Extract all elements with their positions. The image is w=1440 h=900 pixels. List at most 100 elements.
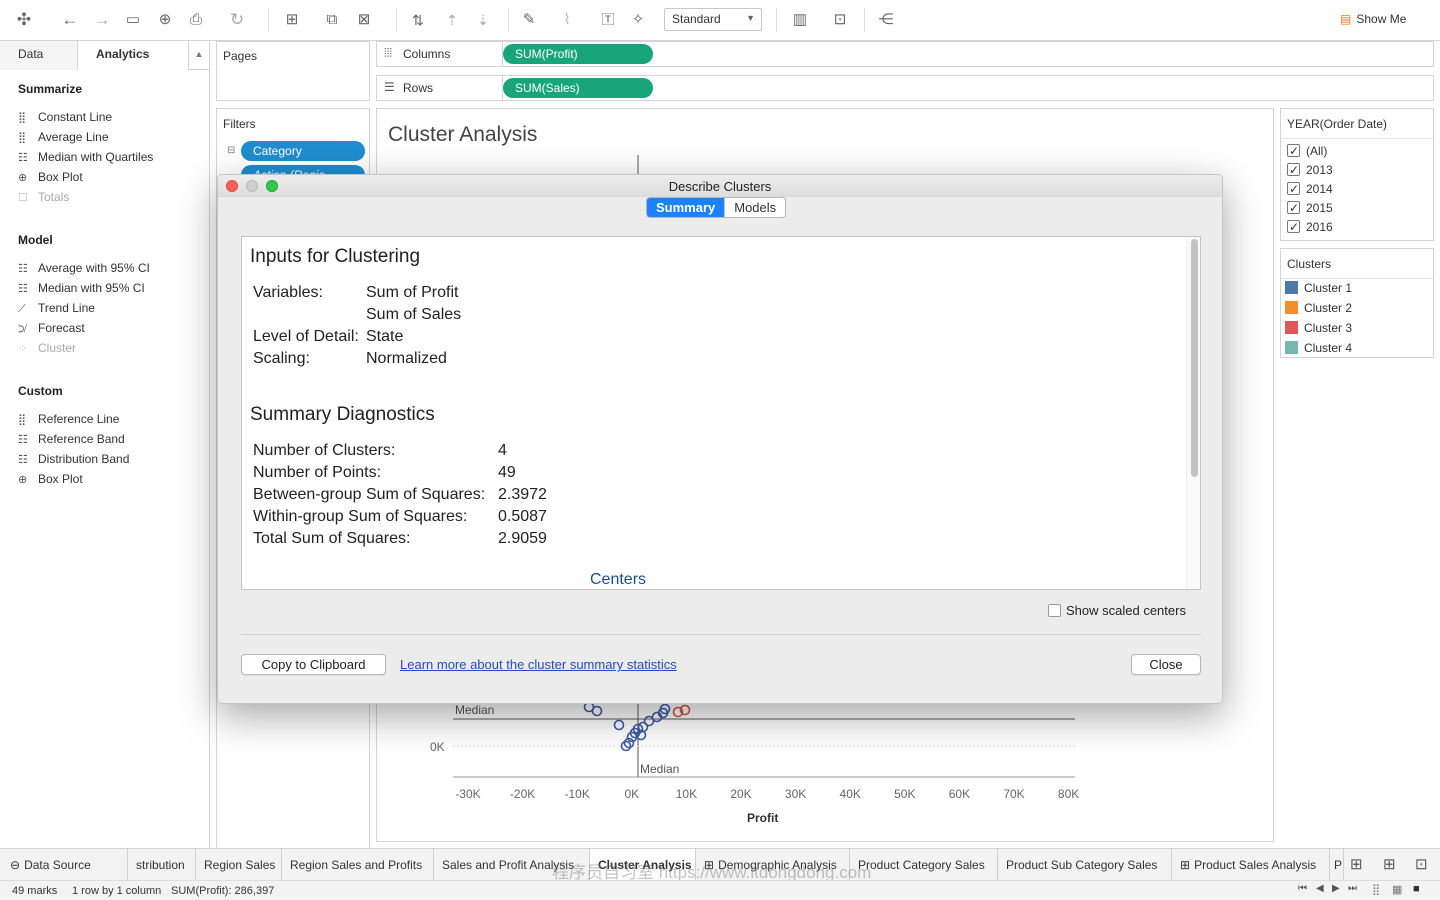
analytics-item-reference-band[interactable]: ☷ Reference Band — [18, 430, 125, 448]
analytics-item-median-ci[interactable]: ☷ Median with 95% CI — [18, 279, 145, 297]
learn-more-link[interactable]: Learn more about the cluster summary sta… — [400, 657, 677, 672]
summary-scrollbar[interactable] — [1186, 237, 1200, 589]
analytics-item-median-quartiles[interactable]: ☷ Median with Quartiles — [18, 148, 153, 166]
view-size-select[interactable]: Standard ▼ — [664, 8, 762, 31]
filter-pill-category[interactable]: Category — [241, 141, 365, 161]
show-me-label: Show Me — [1356, 12, 1407, 26]
new-worksheet-tab-icon[interactable]: ⊞ — [1350, 855, 1363, 873]
toolbar-separator — [396, 8, 397, 32]
new-datasource-icon[interactable]: ⊕ — [153, 8, 177, 32]
tab-label: Product Sales Analysis — [1194, 858, 1317, 872]
last-sheet-icon[interactable]: ⏭ — [1348, 883, 1357, 894]
tab-summary[interactable]: Summary — [647, 198, 725, 217]
tab-region-sales-profits[interactable]: Region Sales and Profits — [282, 849, 434, 881]
scrollbar-thumb[interactable] — [1191, 239, 1198, 477]
analytics-item-trend-line[interactable]: ⟋ Trend Line — [18, 299, 95, 317]
legend-item-cluster-1[interactable]: Cluster 1 — [1285, 279, 1352, 297]
checkbox-checked-icon — [1287, 218, 1300, 236]
analytics-item-average-line[interactable]: ⣿ Average Line — [18, 128, 109, 146]
forward-icon[interactable]: → — [90, 8, 114, 32]
duplicate-sheet-icon[interactable]: ⧉ — [320, 8, 344, 32]
close-button[interactable]: Close — [1131, 654, 1201, 675]
group-members-icon[interactable]: ⌇ — [555, 8, 579, 32]
tab-view-icon[interactable]: ▦ — [1392, 883, 1402, 896]
diag-within-value: 0.5087 — [498, 508, 547, 525]
analytics-item-forecast[interactable]: ⟉ Forecast — [18, 319, 85, 337]
analytics-item-label: Totals — [38, 190, 70, 204]
tab-data-source[interactable]: ⊖ Data Source — [0, 849, 128, 881]
tab-distribution[interactable]: stribution — [128, 849, 196, 881]
columns-shelf[interactable]: ⦙⦙⦙ Columns SUM(Profit) — [376, 41, 1434, 67]
next-sheet-icon[interactable]: ▶ — [1332, 883, 1340, 894]
tab-models[interactable]: Models — [724, 198, 785, 217]
tab-label: Data Source — [24, 858, 91, 872]
pages-shelf[interactable]: Pages — [216, 41, 370, 101]
legend-swatch — [1285, 341, 1298, 354]
prev-sheet-icon[interactable]: ◀ — [1316, 883, 1324, 894]
year-option-2014[interactable]: 2014 — [1287, 180, 1333, 198]
scatter-mark — [613, 719, 625, 731]
save-icon[interactable]: ▭ — [121, 8, 145, 32]
presentation-mode-icon[interactable]: ⊡ — [828, 8, 852, 32]
sort-ascending-icon[interactable]: ⇡ — [440, 8, 464, 32]
variable-sum-profit: Sum of Profit — [366, 284, 459, 301]
new-story-tab-icon[interactable]: ⊡ — [1415, 855, 1428, 873]
tab-product-sales-analysis[interactable]: ⊞ Product Sales Analysis — [1172, 849, 1330, 881]
legend-item-cluster-2[interactable]: Cluster 2 — [1285, 299, 1352, 317]
legend-item-cluster-4[interactable]: Cluster 4 — [1285, 339, 1352, 357]
share-icon[interactable]: ⋲ — [874, 8, 898, 32]
analytics-item-distribution-band[interactable]: ☷ Distribution Band — [18, 450, 129, 468]
x-tick-label: 20K — [730, 787, 751, 801]
first-sheet-icon[interactable]: ⏮ — [1298, 883, 1307, 894]
pause-updates-icon[interactable]: ⎙ — [184, 8, 208, 32]
show-me-button[interactable]: ▤ Show Me — [1340, 12, 1406, 26]
reference-band-icon: ☷ — [18, 434, 28, 446]
filmstrip-icon[interactable]: ⣿ — [1372, 883, 1380, 896]
analytics-item-reference-line[interactable]: ⣿ Reference Line — [18, 410, 119, 428]
show-labels-icon[interactable]: 🅃 — [596, 8, 620, 32]
analytics-item-box-plot[interactable]: ⊕ Box Plot — [18, 168, 83, 186]
swap-rows-columns-icon[interactable]: ⇅ — [406, 8, 430, 32]
new-worksheet-icon[interactable]: ⊞ — [280, 8, 304, 32]
fix-axes-icon[interactable]: ✧ — [626, 8, 650, 32]
new-dashboard-tab-icon[interactable]: ⊞ — [1383, 855, 1396, 873]
highlight-icon[interactable]: ✎ — [517, 8, 541, 32]
analytics-item-totals[interactable]: ☐ Totals — [18, 188, 69, 206]
year-option-2016[interactable]: 2016 — [1287, 218, 1333, 236]
refresh-icon[interactable]: ↻ — [225, 8, 249, 32]
x-tick-label: 70K — [1003, 787, 1024, 801]
median-label-vertical: Median — [640, 762, 680, 776]
analytics-item-average-ci[interactable]: ☷ Average with 95% CI — [18, 259, 150, 277]
rows-pill-sum-sales[interactable]: SUM(Sales) — [503, 78, 653, 98]
analytics-item-cluster[interactable]: ⁘ Cluster — [18, 339, 76, 357]
columns-pill-sum-profit[interactable]: SUM(Profit) — [503, 44, 653, 64]
tableau-logo-icon[interactable]: ✣ — [12, 8, 36, 32]
back-icon[interactable]: ← — [58, 8, 82, 32]
x-tick-label: 60K — [949, 787, 970, 801]
clusters-legend-title: Clusters — [1287, 257, 1332, 271]
trend-line-icon: ⟋ — [18, 303, 26, 315]
year-option-2015[interactable]: 2015 — [1287, 199, 1333, 217]
year-option-2013[interactable]: 2013 — [1287, 161, 1333, 179]
analytics-item-box-plot-custom[interactable]: ⊕ Box Plot — [18, 470, 83, 488]
tab-region-sales[interactable]: Region Sales — [196, 849, 282, 881]
section-custom-title: Custom — [18, 384, 63, 398]
rows-shelf[interactable]: ☰ Rows SUM(Sales) — [376, 75, 1434, 101]
copy-to-clipboard-button[interactable]: Copy to Clipboard — [241, 654, 386, 675]
collapse-pane-icon[interactable]: ▲ — [188, 41, 209, 70]
sort-descending-icon[interactable]: ⇣ — [471, 8, 495, 32]
clear-sheet-icon[interactable]: ⊠ — [352, 8, 376, 32]
year-option-all[interactable]: (All) — [1287, 142, 1327, 160]
tab-data[interactable]: Data — [0, 41, 78, 70]
show-cards-icon[interactable]: ▥ — [788, 8, 812, 32]
sheet-sorter-icon[interactable]: ■ — [1413, 883, 1420, 895]
tab-product-sub-category-sales[interactable]: Product Sub Category Sales — [998, 849, 1172, 881]
year-option-label: (All) — [1306, 144, 1328, 158]
legend-item-cluster-3[interactable]: Cluster 3 — [1285, 319, 1352, 337]
tab-product-category-sales[interactable]: Product Category Sales — [850, 849, 998, 881]
tab-analytics[interactable]: Analytics — [78, 41, 188, 70]
tab-truncated[interactable]: P — [1330, 849, 1344, 881]
show-scaled-centers-checkbox[interactable]: Show scaled centers — [1048, 603, 1186, 618]
analytics-item-constant-line[interactable]: ⣿ Constant Line — [18, 108, 112, 126]
average-ci-icon: ☷ — [18, 263, 28, 275]
